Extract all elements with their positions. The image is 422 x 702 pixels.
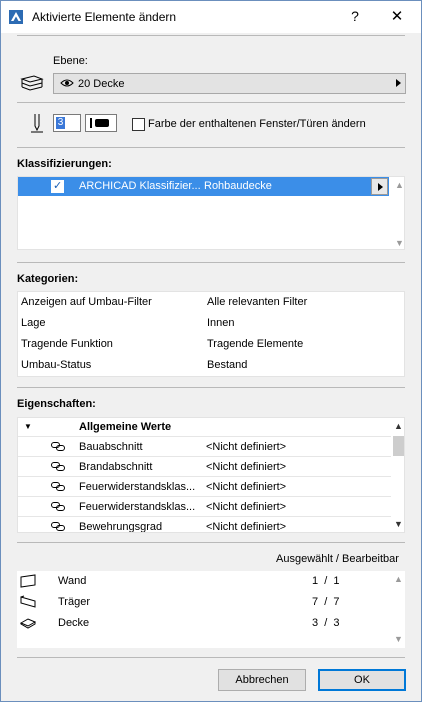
classification-checkbox[interactable] <box>51 179 64 193</box>
properties-scrollbar[interactable]: ▲ ▼ <box>391 418 404 532</box>
pen-swatch <box>95 119 109 127</box>
selection-count: 7 / 7 <box>312 596 340 608</box>
properties-list: ▼ Allgemeine Werte Bauabschnitt <Nicht d… <box>17 417 405 533</box>
selection-count: 3 / 3 <box>312 617 340 629</box>
category-value: Tragende Elemente <box>207 338 304 350</box>
selection-count: 1 / 1 <box>312 575 340 587</box>
property-value: <Nicht definiert> <box>206 501 287 513</box>
category-row[interactable]: Tragende Funktion Tragende Elemente <box>18 334 406 355</box>
window-title: Aktivierte Elemente ändern <box>32 10 177 24</box>
selection-type: Träger <box>58 596 90 608</box>
property-value: <Nicht definiert> <box>206 441 287 453</box>
divider <box>17 657 405 658</box>
scroll-down-icon[interactable]: ▼ <box>394 634 403 644</box>
property-name: Bewehrungsgrad <box>79 521 163 533</box>
scrollbar-thumb[interactable] <box>393 436 404 456</box>
property-name: Feuerwiderstandsklas... <box>79 481 196 493</box>
eye-icon <box>60 79 74 87</box>
properties-header: Eigenschaften: <box>17 398 96 410</box>
title-bar: Aktivierte Elemente ändern ? ✕ <box>1 1 421 33</box>
category-name: Anzeigen auf Umbau-Filter <box>21 296 152 308</box>
archicad-app-icon <box>9 10 23 24</box>
pen-number-input[interactable]: 3 <box>53 114 81 132</box>
scroll-up-icon[interactable]: ▲ <box>394 421 403 431</box>
property-row[interactable]: Bewehrungsgrad <Nicht definiert> <box>18 516 391 533</box>
property-name: Feuerwiderstandsklas... <box>79 501 196 513</box>
property-row[interactable]: Bauabschnitt <Nicht definiert> <box>18 436 391 456</box>
property-row[interactable]: Feuerwiderstandsklas... <Nicht definiert… <box>18 476 391 496</box>
ok-button[interactable]: OK <box>318 669 406 691</box>
link-icon <box>51 522 65 531</box>
scroll-down-icon[interactable]: ▼ <box>394 519 403 529</box>
layers-icon <box>20 75 44 91</box>
slab-icon <box>20 618 37 629</box>
property-value: <Nicht definiert> <box>206 461 287 473</box>
category-row[interactable]: Lage Innen <box>18 313 406 334</box>
selection-row[interactable]: Träger 7 / 7 <box>17 592 405 613</box>
category-row[interactable]: Anzeigen auf Umbau-Filter Alle relevante… <box>18 292 406 313</box>
property-value: <Nicht definiert> <box>206 521 287 533</box>
property-name: Bauabschnitt <box>79 441 143 453</box>
divider <box>17 147 405 148</box>
classification-row[interactable]: ARCHICAD Klassifizier... Rohbaudecke <box>18 177 389 196</box>
category-name: Tragende Funktion <box>21 338 113 350</box>
selection-header: Ausgewählt / Bearbeitbar <box>276 553 399 565</box>
divider <box>17 542 405 543</box>
help-button[interactable]: ? <box>348 8 362 24</box>
pen-picker-button[interactable] <box>85 114 117 132</box>
category-value: Bestand <box>207 359 248 371</box>
categories-header: Kategorien: <box>17 273 79 285</box>
opening-color-label: Farbe der enthaltenen Fenster/Türen ände… <box>148 118 366 130</box>
selection-row[interactable]: Wand 1 / 1 <box>17 571 405 592</box>
property-group-row[interactable]: ▼ Allgemeine Werte <box>18 418 389 436</box>
layer-label: Ebene: <box>53 55 88 67</box>
selection-type: Wand <box>58 575 87 587</box>
link-icon <box>51 502 65 511</box>
scroll-up-icon[interactable]: ▲ <box>394 574 403 584</box>
classifications-header: Klassifizierungen: <box>17 158 112 170</box>
categories-list: Anzeigen auf Umbau-Filter Alle relevante… <box>17 291 405 377</box>
classification-value: Rohbaudecke <box>204 180 272 192</box>
scroll-up-icon[interactable]: ▲ <box>395 180 404 190</box>
pen-weight-tick <box>90 118 92 128</box>
link-icon <box>51 462 65 471</box>
selection-row[interactable]: Decke 3 / 3 <box>17 613 405 634</box>
close-button[interactable]: ✕ <box>389 7 405 25</box>
cancel-button[interactable]: Abbrechen <box>218 669 306 691</box>
category-name: Umbau-Status <box>21 359 92 371</box>
category-value: Innen <box>207 317 235 329</box>
category-name: Lage <box>21 317 46 329</box>
selection-list: Wand 1 / 1 Träger 7 / 7 Decke 3 / 3 ▲ ▼ <box>17 571 405 648</box>
classification-system: ARCHICAD Klassifizier... <box>79 180 201 192</box>
category-row[interactable]: Umbau-Status Bestand <box>18 355 406 376</box>
selection-type: Decke <box>58 617 90 629</box>
layer-value: 20 Decke <box>78 78 125 90</box>
classification-expand-button[interactable] <box>371 178 388 195</box>
dialog-window: Aktivierte Elemente ändern ? ✕ Ebene: 20… <box>0 0 422 702</box>
link-icon <box>51 442 65 451</box>
classifications-list: ARCHICAD Klassifizier... Rohbaudecke ▲ ▼ <box>17 176 405 250</box>
property-group-name: Allgemeine Werte <box>79 421 172 433</box>
property-value: <Nicht definiert> <box>206 481 287 493</box>
pen-number-value: 3 <box>56 117 65 129</box>
scroll-down-icon[interactable]: ▼ <box>395 238 404 248</box>
collapse-triangle-icon[interactable]: ▼ <box>24 422 32 431</box>
divider <box>17 387 405 388</box>
divider <box>17 102 405 103</box>
divider <box>17 262 405 263</box>
property-row[interactable]: Brandabschnitt <Nicht definiert> <box>18 456 391 476</box>
wall-icon <box>20 574 36 588</box>
pen-icon <box>31 114 43 133</box>
property-row[interactable]: Feuerwiderstandsklas... <Nicht definiert… <box>18 496 391 516</box>
layer-dropdown[interactable]: 20 Decke <box>53 73 406 94</box>
opening-color-checkbox[interactable] <box>132 118 145 131</box>
category-value: Alle relevanten Filter <box>207 296 308 308</box>
property-name: Brandabschnitt <box>79 461 153 473</box>
divider <box>17 35 405 36</box>
dropdown-arrow-icon <box>396 79 401 87</box>
beam-icon <box>20 595 36 608</box>
link-icon <box>51 482 65 491</box>
